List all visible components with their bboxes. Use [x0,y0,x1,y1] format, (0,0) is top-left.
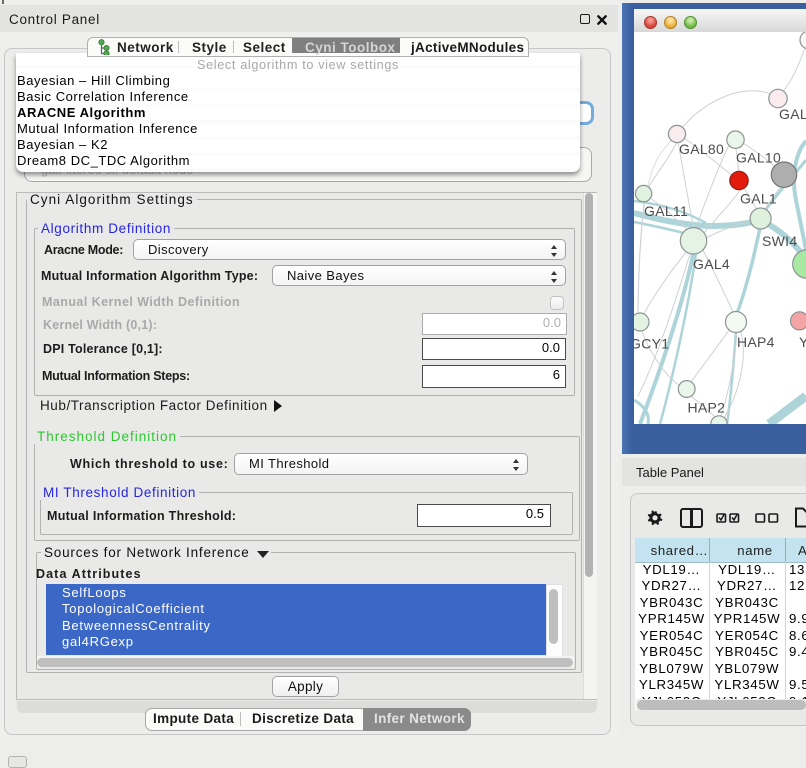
svg-text:GCY1: GCY1 [634,336,669,352]
svg-text:GAL4: GAL4 [693,256,730,272]
svg-text:HAP4: HAP4 [737,334,775,350]
svg-text:GAL10: GAL10 [736,150,781,166]
svg-text:SWI4: SWI4 [762,233,797,249]
svg-text:GAL11: GAL11 [644,203,688,219]
svg-text:GAL7: GAL7 [779,106,806,122]
svg-text:HAP2: HAP2 [688,400,726,416]
svg-text:GAL1: GAL1 [740,191,777,207]
svg-text:YM: YM [799,334,806,350]
svg-text:GAL80: GAL80 [679,141,724,157]
